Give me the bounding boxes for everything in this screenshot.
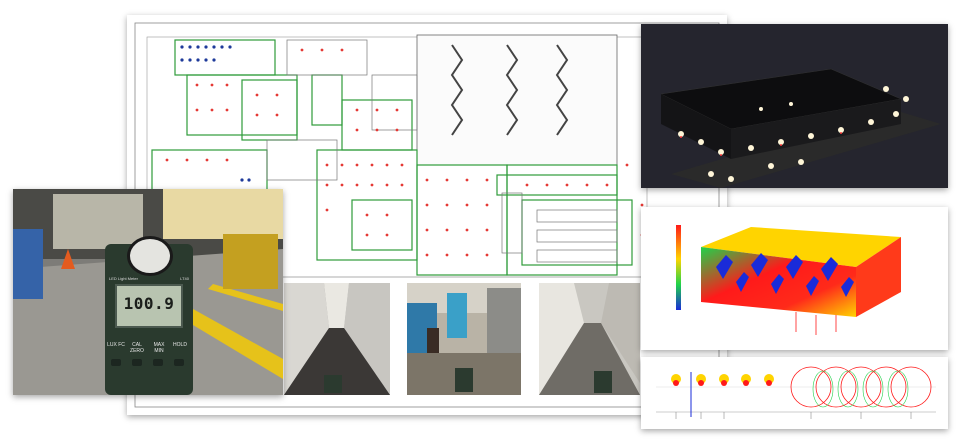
hold-button-label: HOLD [173, 342, 187, 348]
light-meter: LED Light Meter LT40 100.9 LUX FC CAL ZE… [105, 236, 193, 395]
max-min-button-label: MAX MIN [153, 342, 165, 354]
corridor-photo [284, 283, 390, 395]
meter-brand-label: LED Light Meter [109, 276, 138, 281]
photometric-curves-card [641, 357, 948, 429]
hold-key [174, 359, 184, 366]
illuminance-heatmap-card [641, 207, 948, 350]
lux-fc-button-label: LUX FC [107, 342, 125, 348]
cal-zero-button-label: CAL ZERO [130, 342, 144, 354]
lux-fc-key [111, 359, 121, 366]
light-meter-photo-card: LED Light Meter LT40 100.9 LUX FC CAL ZE… [13, 189, 283, 395]
meter-lcd-display: 100.9 [115, 284, 183, 328]
night-render-card [641, 24, 948, 188]
meter-sensor-dome [127, 236, 173, 276]
lux-reading: 100.9 [123, 294, 175, 313]
cal-zero-key [132, 359, 142, 366]
max-min-key [153, 359, 163, 366]
meter-model-label: LT40 [180, 276, 189, 281]
color-scale-legend [676, 225, 681, 310]
workshop-photo [407, 283, 521, 395]
hallway-photo [539, 283, 640, 395]
